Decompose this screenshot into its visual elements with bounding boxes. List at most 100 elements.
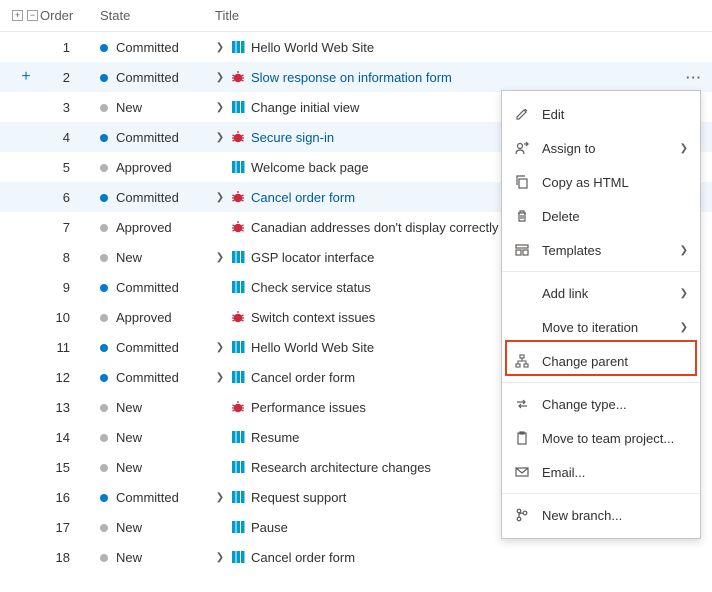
work-item-title[interactable]: Cancel order form [251,190,355,205]
state-label: Committed [116,490,179,505]
expand-row-icon[interactable]: ❯ [215,372,225,383]
state-dot-icon [100,74,108,82]
work-item-title[interactable]: Hello World Web Site [251,340,374,355]
menu-copy-html[interactable]: Copy as HTML [502,165,700,199]
order-cell: 10 [40,310,80,325]
expand-row-icon[interactable]: ❯ [215,42,225,53]
menu-add-link[interactable]: Add link ❯ [502,276,700,310]
state-label: Approved [116,220,172,235]
work-item-title[interactable]: Check service status [251,280,371,295]
expand-row-icon[interactable]: ❯ [215,552,225,563]
work-item-title[interactable]: Cancel order form [251,370,355,385]
menu-assign-to[interactable]: Assign to ❯ [502,131,700,165]
order-cell: 12 [40,370,80,385]
work-item-title[interactable]: Hello World Web Site [251,40,374,55]
work-item-title[interactable]: Research architecture changes [251,460,431,475]
order-cell: 18 [40,550,80,565]
table-row[interactable]: +2Committed ❯ Slow response on information… [0,62,712,92]
table-row[interactable]: 18 New ❯ Cancel order form [0,542,712,572]
state-dot-icon [100,194,108,202]
state-label: Committed [116,370,179,385]
state-cell: Committed [80,70,195,85]
menu-email[interactable]: Email... [502,455,700,489]
state-cell: Committed [80,490,195,505]
state-cell: New [80,400,195,415]
collapse-all-icon[interactable]: − [27,10,38,21]
order-cell: 9 [40,280,80,295]
order-cell: 6 [40,190,80,205]
templates-icon [514,243,530,257]
state-dot-icon [100,464,108,472]
state-dot-icon [100,524,108,532]
expand-row-icon[interactable]: ❯ [215,252,225,263]
expand-row-icon[interactable]: ❯ [215,102,225,113]
header-title[interactable]: Title [195,8,712,23]
menu-label: Change parent [542,354,628,369]
state-label: Committed [116,40,179,55]
work-item-title[interactable]: Cancel order form [251,550,355,565]
work-item-title[interactable]: Slow response on information form [251,70,452,85]
work-item-title[interactable]: Change initial view [251,100,359,115]
expand-all-icon[interactable]: + [12,10,23,21]
expand-row-icon[interactable]: ❯ [215,72,225,83]
swap-icon [514,397,530,411]
state-dot-icon [100,224,108,232]
menu-label: Move to team project... [542,431,674,446]
table-row[interactable]: 1Committed❯Hello World Web Site [0,32,712,62]
order-cell: 15 [40,460,80,475]
bug-icon [231,70,245,84]
pbi-icon [231,340,245,354]
state-label: Approved [116,160,172,175]
expand-row-icon[interactable]: ❯ [215,192,225,203]
state-label: Committed [116,340,179,355]
work-item-title[interactable]: Canadian addresses don't display correct… [251,220,498,235]
state-cell: Approved [80,220,195,235]
row-actions-icon[interactable]: ··· [686,70,702,85]
order-cell: 17 [40,520,80,535]
state-dot-icon [100,134,108,142]
menu-change-type[interactable]: Change type... [502,387,700,421]
state-dot-icon [100,374,108,382]
state-label: New [116,520,142,535]
menu-new-branch[interactable]: New branch... [502,498,700,532]
menu-label: Copy as HTML [542,175,629,190]
menu-delete[interactable]: Delete [502,199,700,233]
work-item-title[interactable]: Secure sign-in [251,130,334,145]
pbi-icon [231,250,245,264]
header-order[interactable]: Order [40,8,80,23]
expand-row-icon[interactable]: ❯ [215,342,225,353]
order-cell: 2 [40,70,80,85]
pbi-icon [231,550,245,564]
work-item-title[interactable]: Switch context issues [251,310,375,325]
pbi-icon [231,370,245,384]
menu-edit[interactable]: Edit [502,97,700,131]
state-cell: New [80,430,195,445]
add-child-icon[interactable]: + [21,68,30,86]
edit-icon [514,107,530,121]
menu-templates[interactable]: Templates ❯ [502,233,700,267]
hierarchy-icon [514,354,530,368]
state-dot-icon [100,314,108,322]
state-label: New [116,550,142,565]
order-cell: 16 [40,490,80,505]
pbi-icon [231,460,245,474]
state-cell: New [80,520,195,535]
expand-row-icon[interactable]: ❯ [215,492,225,503]
work-item-title[interactable]: Pause [251,520,288,535]
menu-move-iteration[interactable]: Move to iteration ❯ [502,310,700,344]
header-state[interactable]: State [80,8,195,23]
order-cell: 11 [40,340,80,355]
work-item-title[interactable]: Resume [251,430,299,445]
menu-separator [502,382,700,383]
state-dot-icon [100,344,108,352]
copy-icon [514,175,530,189]
menu-change-parent[interactable]: Change parent [502,344,700,378]
expand-row-icon[interactable]: ❯ [215,132,225,143]
work-item-title[interactable]: Performance issues [251,400,366,415]
work-item-title[interactable]: Request support [251,490,346,505]
work-item-title[interactable]: GSP locator interface [251,250,374,265]
state-dot-icon [100,404,108,412]
work-item-title[interactable]: Welcome back page [251,160,369,175]
order-cell: 7 [40,220,80,235]
menu-move-project[interactable]: Move to team project... [502,421,700,455]
